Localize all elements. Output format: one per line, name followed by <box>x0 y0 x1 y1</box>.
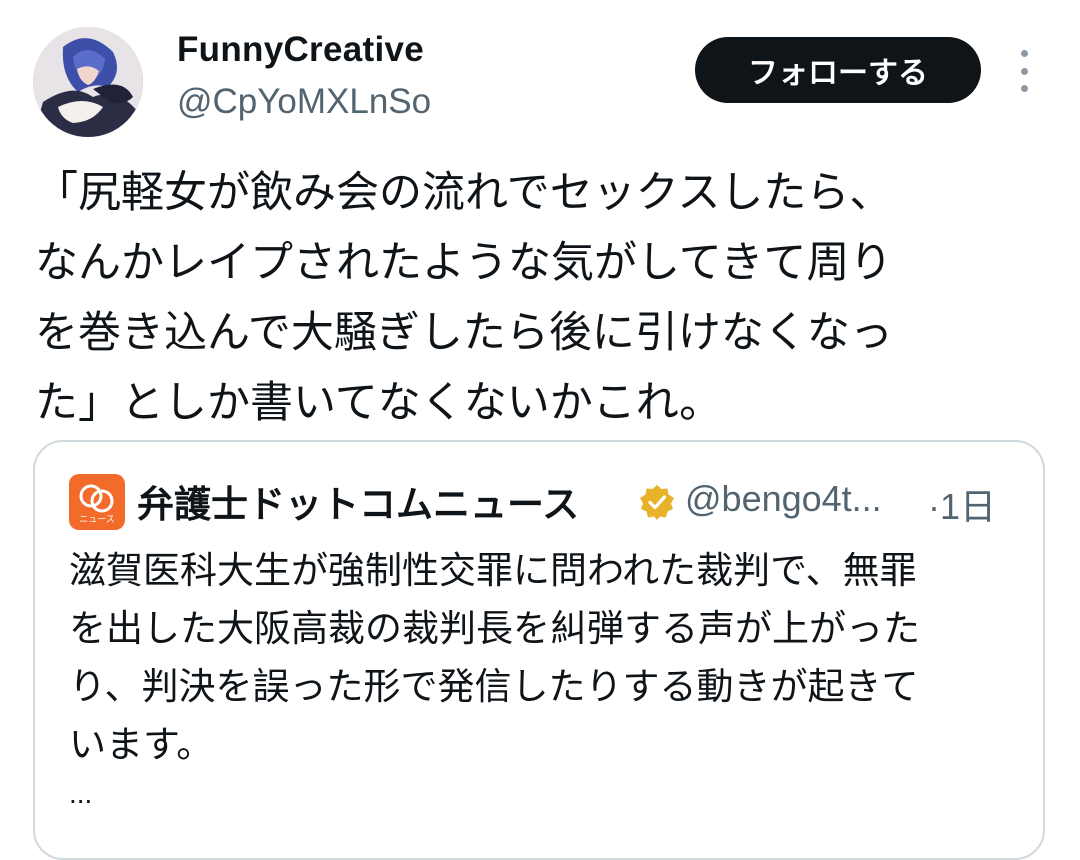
author-display-name[interactable]: FunnyCreative <box>177 30 424 70</box>
quote-avatar-logo: ニュース <box>69 474 125 530</box>
tweet-text: 「尻軽女が飲み会の流れでセックスしたら、 なんかレイプされたような気がしてきて周… <box>35 168 893 428</box>
more-dot <box>1020 85 1028 92</box>
more-dot <box>1020 50 1028 57</box>
quote-ellipsis: ... <box>69 778 93 809</box>
gold-verified-badge-icon <box>640 485 674 520</box>
quote-timestamp[interactable]: ·1日 <box>928 478 996 530</box>
logo-text: ニュース <box>79 515 115 525</box>
author-handle[interactable]: @CpYoMXLnSo <box>177 82 431 122</box>
avatar-image <box>33 27 143 137</box>
quote-text: 滋賀医科大生が強制性交罪に問われた裁判で、無罪 を出した大阪高裁の裁判長を糾弾す… <box>69 549 920 766</box>
more-dot <box>1020 67 1028 75</box>
avatar[interactable] <box>33 27 143 137</box>
more-vertical-icon[interactable] <box>1010 50 1038 92</box>
quoted-tweet-card[interactable]: ニュース 弁護士ドットコムニュース @bengo4t... ·1日 滋賀医科大生… <box>33 440 1045 860</box>
tweet: FunnyCreative @CpYoMXLnSo フォローする 「尻軽女が飲み… <box>0 0 1080 860</box>
follow-button[interactable]: フォローする <box>695 37 981 103</box>
quote-author-handle: @bengo4t... <box>685 478 882 519</box>
quote-author-name: 弁護士ドットコムニュース <box>137 483 580 526</box>
